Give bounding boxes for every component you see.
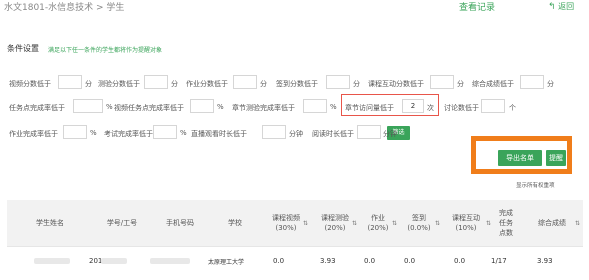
unit-video-task-rate: % xyxy=(217,103,224,111)
export-list-button[interactable]: 导出名单 xyxy=(498,150,542,166)
col-label: 签到 (0.0%) xyxy=(407,214,431,232)
label-quiz-score: 测验分数低于 xyxy=(98,80,140,88)
table-header: 学生姓名 学号/工号 手机号码 学校 课程视频 (30%) ⇅ 课程测验 (20%… xyxy=(7,200,583,246)
label-video-score: 视频分数低于 xyxy=(9,80,51,88)
input-total-score[interactable] xyxy=(520,75,544,89)
col-label: 手机号码 xyxy=(166,219,194,227)
col-label: 完成 任务 点数 xyxy=(499,209,513,237)
unit-discussion-count: 个 xyxy=(509,104,516,112)
unit-total-score: 分 xyxy=(547,80,554,88)
phone-redacted xyxy=(150,258,190,264)
unit-interaction-score: 分 xyxy=(457,80,464,88)
back-link[interactable]: ↰ 返回 xyxy=(548,1,574,12)
label-checkin-score: 签到分数低于 xyxy=(276,80,318,88)
input-task-rate[interactable] xyxy=(73,99,103,113)
header-divider xyxy=(7,246,583,247)
input-homework-rate[interactable] xyxy=(63,125,87,139)
back-arrow-icon: ↰ xyxy=(548,2,556,12)
student-name-redacted xyxy=(34,258,70,264)
col-tasks: 完成 任务 点数 xyxy=(491,200,521,246)
unit-live-duration: 分钟 xyxy=(289,130,303,138)
section-tip: 满足以下任一条件的学生都将作为提醒对象 xyxy=(48,47,163,54)
col-label: 课程互动 (10%) xyxy=(452,214,480,232)
col-student-id: 学号/工号 xyxy=(93,200,151,246)
unit-chapter-visits: 次 xyxy=(427,104,434,112)
sort-icon[interactable]: ⇅ xyxy=(352,219,357,229)
label-exam-rate: 考试完成率低于 xyxy=(104,130,153,138)
col-student-name: 学生姓名 xyxy=(7,200,93,246)
col-label: 学号/工号 xyxy=(106,219,138,227)
view-record-link[interactable]: 查看记录 xyxy=(459,0,495,13)
cell-interaction: 0.0 xyxy=(454,257,466,265)
label-live-duration: 直播观看时长低于 xyxy=(191,130,247,138)
back-label: 返回 xyxy=(558,2,575,11)
cell-tasks: 1/17 xyxy=(491,257,507,265)
unit-task-rate: % xyxy=(106,103,113,111)
label-total-score: 综合成绩低于 xyxy=(472,80,514,88)
col-label: 学校 xyxy=(228,219,242,227)
unit-exam-rate: % xyxy=(180,129,187,137)
input-homework-score[interactable] xyxy=(233,75,257,89)
cell-homework: 0.0 xyxy=(364,257,376,265)
input-quiz-score[interactable] xyxy=(144,75,168,89)
breadcrumb: 水文1801-水信息技术 > 学生 xyxy=(4,3,125,13)
student-id-redacted xyxy=(101,258,127,264)
unit-checkin-score: 分 xyxy=(353,80,360,88)
input-checkin-score[interactable] xyxy=(326,75,350,89)
section-title: 条件设置 xyxy=(7,44,39,53)
col-school: 学校 xyxy=(209,200,261,246)
unit-quiz-score: 分 xyxy=(171,80,178,88)
sort-icon[interactable]: ⇅ xyxy=(435,219,440,229)
col-video[interactable]: 课程视频 (30%) ⇅ xyxy=(261,200,311,246)
input-exam-rate[interactable] xyxy=(153,125,177,139)
col-label: 学生姓名 xyxy=(36,219,64,227)
cell-video: 0.0 xyxy=(273,257,285,265)
cell-checkin: 0.0 xyxy=(404,257,416,265)
cell-school: 太原理工大学 xyxy=(208,259,245,266)
input-chapter-quiz-rate[interactable] xyxy=(303,99,327,113)
unit-homework-rate: % xyxy=(90,129,97,137)
unit-video-score: 分 xyxy=(85,80,92,88)
cell-quiz: 3.93 xyxy=(320,257,336,265)
label-chapter-visits: 章节访问量低于 xyxy=(345,104,394,112)
label-homework-rate: 作业完成率低于 xyxy=(9,130,58,138)
label-video-task-rate: 视频任务点完成率低于 xyxy=(114,104,184,112)
sort-icon[interactable]: ⇅ xyxy=(303,219,308,229)
col-label: 课程测验 (20%) xyxy=(321,214,349,232)
remind-button[interactable]: 提醒 xyxy=(546,150,566,166)
col-checkin[interactable]: 签到 (0.0%) ⇅ xyxy=(397,200,441,246)
top-bar: 水文1801-水信息技术 > 学生 查看记录 ↰ 返回 xyxy=(0,0,589,16)
label-read-duration: 阅读时长低于 xyxy=(312,130,354,138)
col-label: 课程视频 (30%) xyxy=(272,214,300,232)
cell-total: 3.93 xyxy=(537,257,553,265)
input-video-score[interactable] xyxy=(58,75,82,89)
sort-icon[interactable]: ⇅ xyxy=(575,219,580,229)
input-discussion-count[interactable] xyxy=(481,99,505,113)
col-homework[interactable]: 作业 (20%) ⇅ xyxy=(359,200,397,246)
input-video-task-rate[interactable] xyxy=(190,99,214,113)
label-chapter-quiz-rate: 章节测验完成率低于 xyxy=(232,104,295,112)
col-phone: 手机号码 xyxy=(151,200,209,246)
col-total[interactable]: 综合成绩 ⇅ xyxy=(521,200,583,246)
input-read-duration[interactable] xyxy=(357,125,381,139)
label-homework-score: 作业分数低于 xyxy=(186,80,228,88)
col-label: 综合成绩 xyxy=(538,219,566,227)
unit-homework-score: 分 xyxy=(260,80,267,88)
col-interaction[interactable]: 课程互动 (10%) ⇅ xyxy=(441,200,491,246)
col-quiz[interactable]: 课程测验 (20%) ⇅ xyxy=(311,200,359,246)
show-all-weights-link[interactable]: 显示所有权重项 xyxy=(516,181,555,189)
label-task-rate: 任务点完成率低于 xyxy=(9,104,65,112)
label-interaction-score: 课程互动分数低于 xyxy=(368,80,424,88)
input-chapter-visits[interactable]: 2 xyxy=(402,99,424,113)
input-live-duration[interactable] xyxy=(262,125,286,139)
input-interaction-score[interactable] xyxy=(430,75,454,89)
unit-read-duration: 分钟 xyxy=(383,130,397,138)
label-discussion-count: 讨论数低于 xyxy=(444,104,479,112)
unit-chapter-quiz-rate: % xyxy=(330,103,337,111)
col-label: 作业 (20%) xyxy=(367,214,389,232)
